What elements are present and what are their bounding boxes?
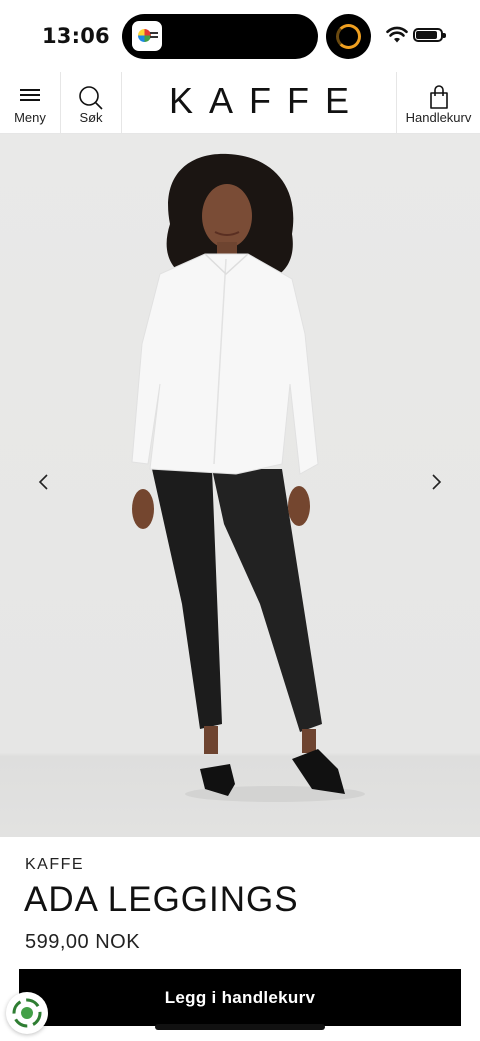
- status-bar: 13:06: [0, 0, 480, 72]
- menu-button[interactable]: Meny: [0, 72, 61, 133]
- sustainability-badge[interactable]: [6, 992, 48, 1034]
- chevron-left-icon[interactable]: [32, 470, 56, 494]
- battery-icon: [413, 28, 446, 42]
- dynamic-island: [122, 14, 318, 59]
- search-label: Søk: [79, 110, 103, 125]
- add-to-cart-button[interactable]: Legg i handlekurv: [19, 969, 461, 1026]
- product-title: ADA LEGGINGS: [24, 880, 299, 919]
- cart-label: Handlekurv: [405, 110, 472, 125]
- brand-logo[interactable]: KAFFE: [122, 80, 396, 122]
- product-photo: [131, 153, 365, 802]
- chevron-right-icon[interactable]: [424, 470, 448, 494]
- menu-label: Meny: [14, 110, 46, 125]
- search-button[interactable]: Søk: [61, 72, 122, 133]
- product-brand: KAFFE: [25, 856, 85, 873]
- search-icon: [79, 86, 103, 110]
- hamburger-icon: [20, 89, 40, 101]
- home-indicator[interactable]: [155, 1024, 325, 1030]
- cart-button[interactable]: Handlekurv: [396, 72, 480, 133]
- wifi-icon: [386, 26, 408, 43]
- app-icon: [132, 21, 162, 51]
- product-image-gallery[interactable]: [0, 134, 480, 837]
- status-time: 13:06: [42, 24, 110, 48]
- product-price: 599,00 NOK: [25, 931, 141, 953]
- shopping-bag-icon: [429, 85, 448, 109]
- site-header: Meny Søk KAFFE Handlekurv: [0, 72, 480, 134]
- timer-icon: [326, 14, 371, 59]
- recycle-icon: [12, 998, 42, 1028]
